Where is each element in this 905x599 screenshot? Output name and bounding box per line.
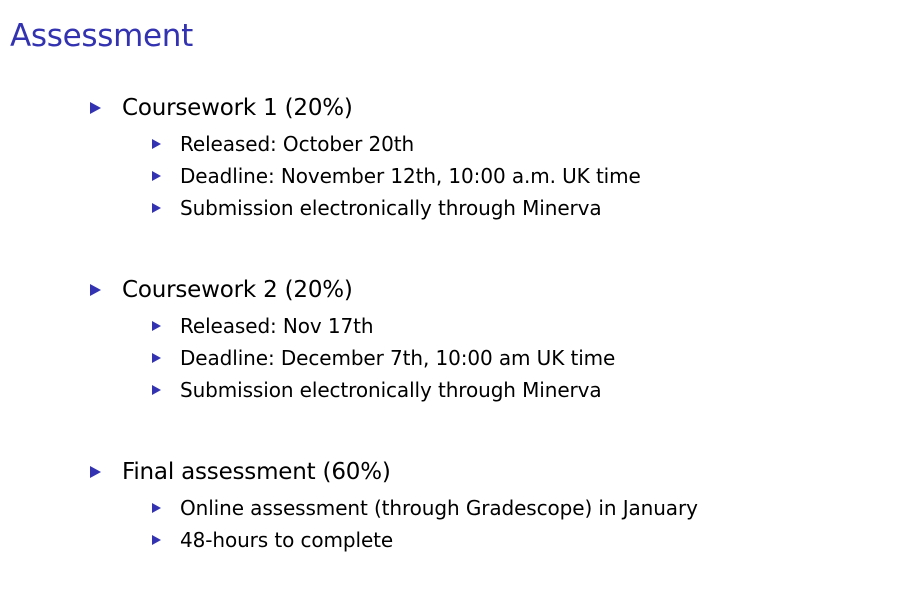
- sub-item-text: Submission electronically through Minerv…: [180, 196, 602, 220]
- bullet-triangle-icon: [152, 321, 161, 331]
- item-row: Coursework 2 (20%): [90, 274, 880, 306]
- item-label: Final assessment (60%): [122, 459, 391, 485]
- bullet-triangle-icon: [152, 503, 161, 513]
- item-label: Coursework 2 (20%): [122, 277, 353, 303]
- sub-item-text: Online assessment (through Gradescope) i…: [180, 496, 698, 520]
- sub-list: Online assessment (through Gradescope) i…: [90, 492, 880, 556]
- item-row: Final assessment (60%): [90, 456, 880, 488]
- bullet-triangle-icon: [90, 284, 101, 296]
- bullet-triangle-icon: [152, 353, 161, 363]
- sub-item: Deadline: November 12th, 10:00 a.m. UK t…: [90, 160, 880, 192]
- sub-item: Submission electronically through Minerv…: [90, 374, 880, 406]
- sub-item-text: Released: Nov 17th: [180, 314, 374, 338]
- sub-item-text: Submission electronically through Minerv…: [180, 378, 602, 402]
- sub-list: Released: Nov 17th Deadline: December 7t…: [90, 310, 880, 406]
- sub-item: 48-hours to complete: [90, 524, 880, 556]
- sub-item: Released: October 20th: [90, 128, 880, 160]
- bullet-triangle-icon: [152, 139, 161, 149]
- sub-item: Released: Nov 17th: [90, 310, 880, 342]
- bullet-triangle-icon: [152, 385, 161, 395]
- sub-item-text: Deadline: November 12th, 10:00 a.m. UK t…: [180, 164, 641, 188]
- sub-item-text: Released: October 20th: [180, 132, 415, 156]
- assessment-item-final: Final assessment (60%) Online assessment…: [90, 456, 880, 556]
- sub-item-text: Deadline: December 7th, 10:00 am UK time: [180, 346, 616, 370]
- slide-title: Assessment: [10, 18, 193, 54]
- item-row: Coursework 1 (20%): [90, 92, 880, 124]
- assessment-item-coursework-1: Coursework 1 (20%) Released: October 20t…: [90, 92, 880, 224]
- bullet-triangle-icon: [90, 466, 101, 478]
- sub-item-text: 48-hours to complete: [180, 528, 394, 552]
- sub-item: Online assessment (through Gradescope) i…: [90, 492, 880, 524]
- assessment-item-coursework-2: Coursework 2 (20%) Released: Nov 17th De…: [90, 274, 880, 406]
- bullet-triangle-icon: [152, 535, 161, 545]
- bullet-triangle-icon: [152, 203, 161, 213]
- sub-item: Submission electronically through Minerv…: [90, 192, 880, 224]
- sub-list: Released: October 20th Deadline: Novembe…: [90, 128, 880, 224]
- sub-item: Deadline: December 7th, 10:00 am UK time: [90, 342, 880, 374]
- bullet-triangle-icon: [90, 102, 101, 114]
- item-label: Coursework 1 (20%): [122, 95, 353, 121]
- bullet-triangle-icon: [152, 171, 161, 181]
